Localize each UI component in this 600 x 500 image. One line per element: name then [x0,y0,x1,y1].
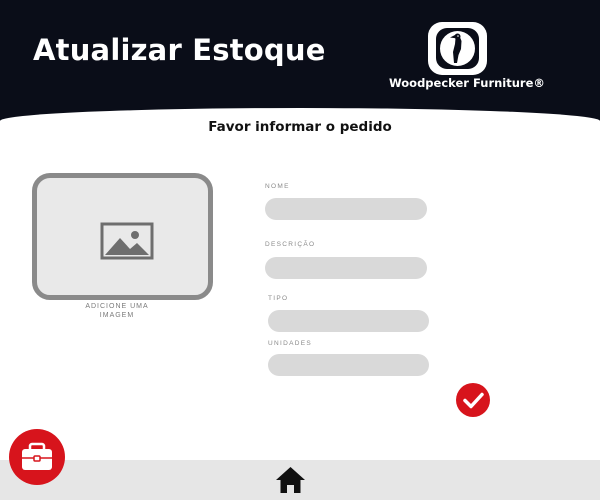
page-title: Atualizar Estoque [33,33,326,67]
home-button[interactable] [274,465,307,495]
unidades-label: UNIDADES [268,340,312,347]
confirm-button[interactable] [456,383,490,417]
unidades-input[interactable] [268,354,429,376]
tipo-label: TIPO [268,295,289,302]
nome-input[interactable] [265,198,427,220]
tipo-input[interactable] [268,310,429,332]
checkmark-icon [463,392,484,409]
nome-label: NOME [265,183,290,190]
home-icon [276,467,305,493]
descricao-input[interactable] [265,257,427,279]
image-upload-caption: ADICIONE UMA IMAGEM [85,303,149,319]
brand-name: Woodpecker Furniture® [389,76,545,90]
inventory-button[interactable] [9,429,65,485]
descricao-label: DESCRIÇÃO [265,241,316,248]
woodpecker-logo-icon [428,22,487,75]
image-placeholder-icon [100,222,154,260]
briefcase-icon [22,442,52,470]
image-upload-area[interactable] [32,173,213,300]
form-subtitle: Favor informar o pedido [208,119,392,135]
